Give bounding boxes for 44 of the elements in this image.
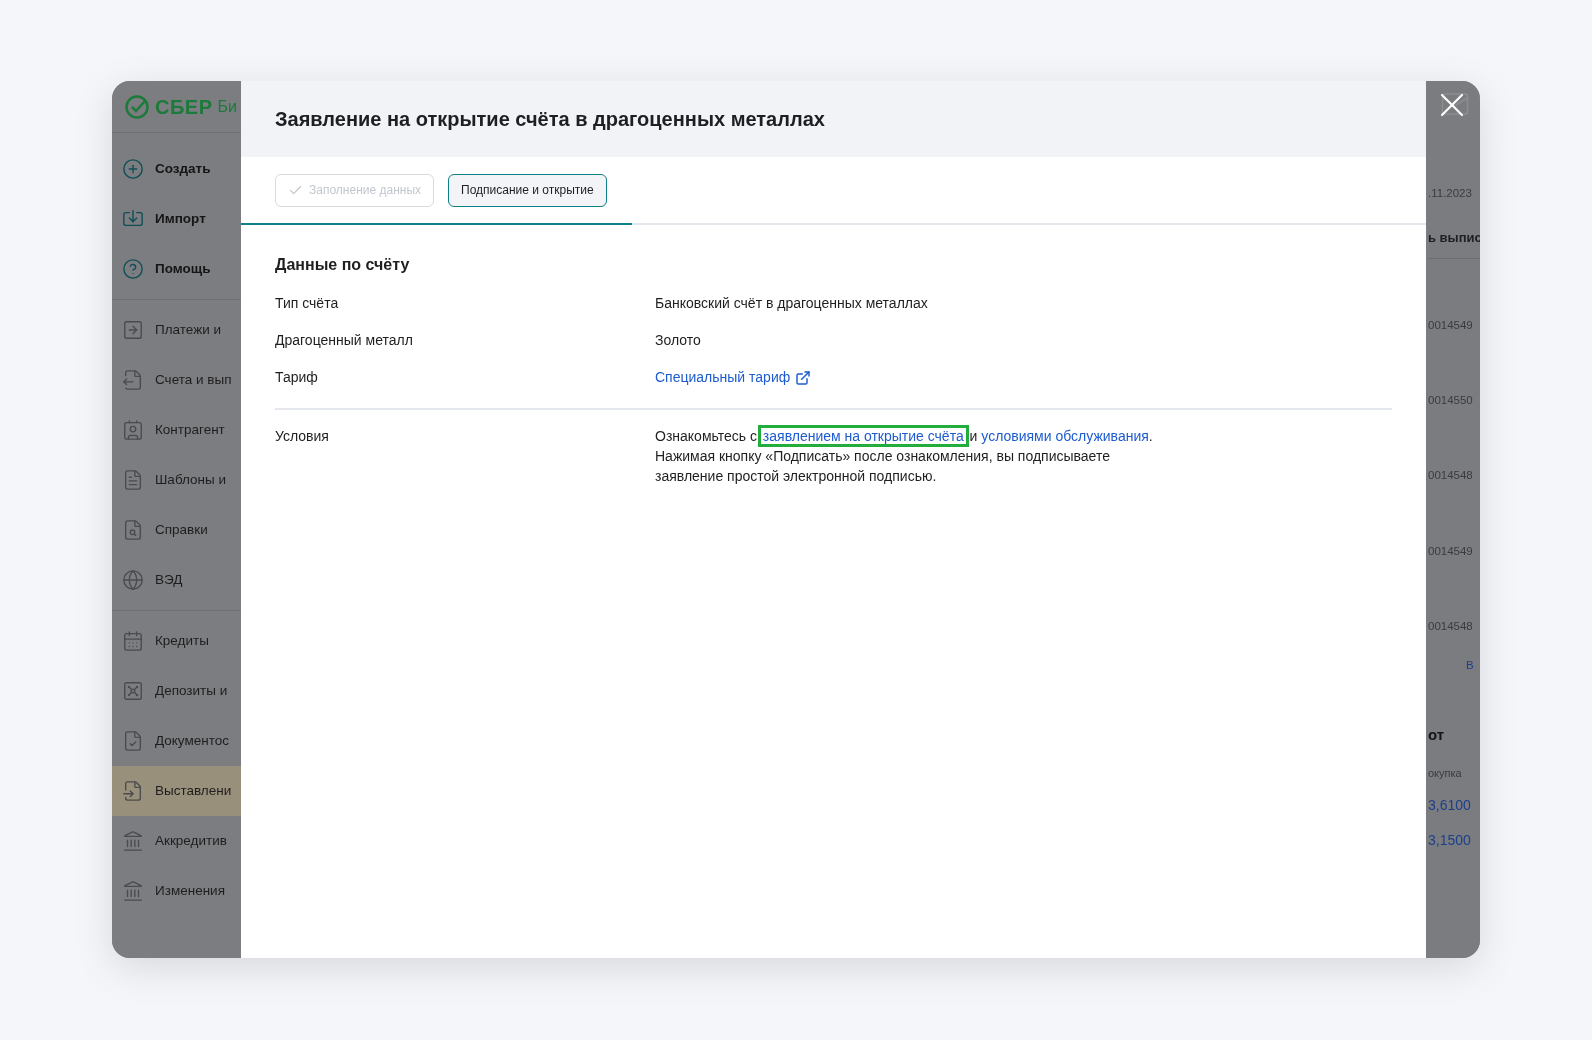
bank-icon (122, 880, 144, 902)
arrow-square-icon (122, 319, 144, 341)
logo-text: СБЕР (155, 94, 213, 120)
document-search-icon (122, 519, 144, 541)
number-text: 0014548 (1428, 618, 1474, 634)
number-text: 0014548 (1428, 468, 1474, 484)
field-label: Драгоценный металл (275, 331, 414, 350)
globe-icon (122, 569, 144, 591)
logo-subtitle: Би (217, 96, 237, 117)
tariff-link[interactable]: Специальный тариф (655, 367, 812, 388)
modal-title: Заявление на открытие счёта в драгоценных металлах (275, 107, 825, 132)
column-label: окупка (1428, 765, 1463, 781)
plus-circle-icon (122, 158, 144, 180)
document-check-icon (122, 730, 144, 752)
external-link-icon (795, 369, 812, 386)
document-link[interactable]: условиями обслуживания (981, 428, 1149, 444)
rate-value: 3,1500 (1428, 831, 1472, 851)
help-icon (122, 258, 144, 280)
field-value: Золото (655, 331, 701, 350)
document-icon (122, 780, 144, 802)
number-text: 0014549 (1428, 543, 1474, 559)
rates-heading: от (1428, 725, 1446, 746)
document-link[interactable]: заявлением на открытие счёта (760, 428, 966, 444)
number-text: 0014550 (1428, 393, 1474, 408)
section-title: Данные по счёту (275, 255, 411, 275)
sidebar-item[interactable]: Выставлени (112, 766, 241, 816)
date-text: .11.2023 (1428, 186, 1473, 201)
field-label: Тип счёта (275, 294, 340, 313)
bank-icon (122, 830, 144, 852)
contact-icon (122, 419, 144, 441)
safe-icon (122, 680, 144, 702)
more-link[interactable]: В (1428, 657, 1480, 675)
document-icon (122, 369, 144, 391)
calendar-icon (122, 630, 144, 652)
field-label: Тариф (275, 368, 319, 387)
conditions-text: Ознакомьтесь с заявлением на открытие счёта и условиями обслуживания. (655, 426, 1215, 446)
logo-icon (124, 93, 150, 120)
field-label: Условия (275, 427, 330, 446)
rate-value: 3,6100 (1428, 796, 1472, 816)
step-tab[interactable]: Подписание и открытие (448, 173, 607, 207)
document-icon (122, 469, 144, 491)
field-value: Банковский счёт в драгоценных металлах (655, 294, 928, 313)
signature-note: Нажимая кнопку «Подписать» после ознакомления, вы подписываете заявление простой электронной подписью. (655, 447, 1111, 486)
number-text: 0014549 (1428, 317, 1474, 333)
